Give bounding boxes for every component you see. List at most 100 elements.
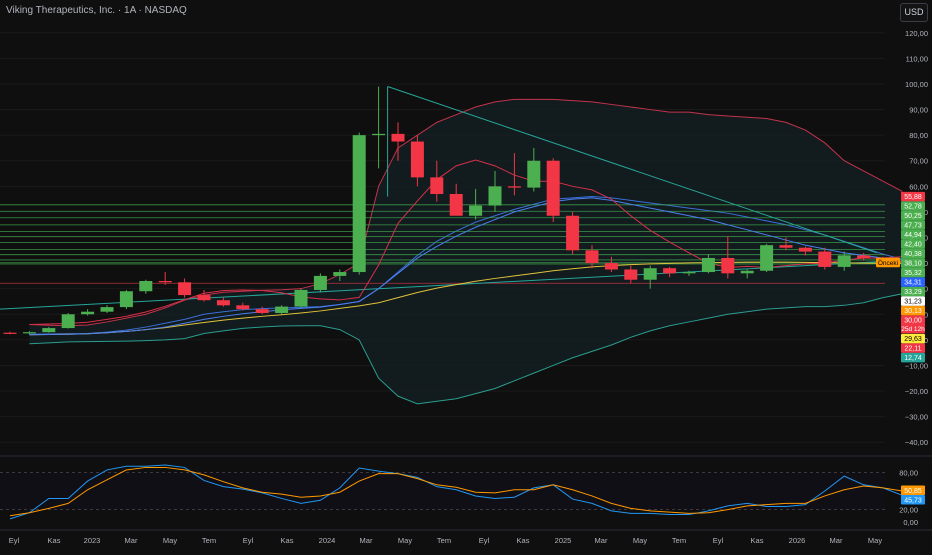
candle-body (721, 257, 735, 274)
chart-title: Viking Therapeutics, Inc. · 1A · NASDAQ (6, 5, 187, 16)
x-axis-tick-label: Tem (672, 536, 686, 545)
price-label-text: 52,78 (904, 204, 922, 211)
price-label-text: 40,38 (904, 251, 922, 258)
x-axis-tick-label: Mar (595, 536, 608, 545)
price-label-text: 33,29 (904, 289, 922, 296)
y-axis-tick-label: 100,00 (905, 80, 928, 89)
oscillator-value-text: 45,73 (904, 497, 922, 504)
chart-area[interactable]: 120,00 110,00 100,00 90,00 80,00 70,00 60,00 50… (0, 0, 932, 550)
price-label-text: 31,23 (904, 299, 922, 306)
price-label-text: 55,88 (904, 194, 922, 201)
x-axis-tick-label: 2025 (555, 536, 572, 545)
candle-body (100, 307, 114, 312)
candle-body (857, 255, 871, 259)
price-label-countdown: 25d 12h (901, 326, 925, 333)
candle-body (469, 205, 483, 216)
price-chart-svg[interactable]: 120,00 110,00 100,00 90,00 80,00 70,00 60,00 50… (0, 0, 932, 550)
x-axis-tick-label: Eyl (479, 536, 490, 545)
x-axis-tick-label: Eyl (713, 536, 724, 545)
y-axis-tick-label: 120,00 (905, 29, 928, 38)
candle-body (604, 263, 618, 270)
candle-body (779, 245, 793, 248)
candle-body (837, 255, 851, 267)
oscillator-tick-label: 80,00 (899, 468, 918, 477)
y-axis-tick-label: 110,00 (906, 54, 928, 63)
x-axis-tick-label: Kas (751, 536, 764, 545)
price-label-text: 42,40 (904, 242, 922, 249)
candle-body (294, 289, 308, 307)
oscillator-value-text: 50,85 (904, 488, 922, 495)
previous-close-flag-text: Önceki (878, 259, 898, 267)
y-axis-tick-label: −40,00 (905, 438, 928, 447)
candle-body (818, 251, 832, 267)
oscillator-tick-label: 20,00 (899, 506, 918, 515)
candle-body (275, 306, 289, 313)
candle-body (139, 281, 153, 292)
y-axis-tick-label: −20,00 (905, 387, 928, 396)
x-axis-tick-label: May (163, 536, 177, 545)
candle-body (178, 282, 192, 296)
y-axis-tick-label: −30,00 (905, 413, 928, 422)
candle-body (81, 311, 95, 315)
candle-body (566, 215, 580, 251)
candle-body (624, 269, 638, 280)
price-label-text: 38,10 (904, 261, 922, 268)
candle-body (701, 257, 715, 273)
y-axis-tick-label: 60,00 (909, 182, 928, 191)
x-axis-tick-label: Eyl (243, 536, 254, 545)
price-label-text: 12,74 (904, 355, 922, 362)
y-axis-tick-label: 70,00 (909, 157, 928, 166)
y-axis-tick-label: 90,00 (909, 106, 928, 115)
candle-body (546, 160, 560, 216)
x-axis-tick-label: Kas (48, 536, 61, 545)
x-axis-tick-label: Mar (360, 536, 373, 545)
candle-body (643, 268, 657, 280)
candle-body (333, 272, 347, 276)
candle-body (449, 194, 463, 216)
candle-body (410, 141, 424, 178)
candle-body (372, 133, 386, 136)
price-label-text: 35,32 (904, 270, 922, 277)
x-axis-tick-label: May (398, 536, 412, 545)
candle-body (158, 281, 172, 283)
candle-body (585, 250, 599, 264)
x-axis-tick-label: 2023 (84, 536, 101, 545)
candle-body (798, 247, 812, 252)
candle-body (430, 177, 444, 194)
x-axis-tick-label: Tem (437, 536, 451, 545)
y-axis-tick-label: −10,00 (905, 361, 928, 370)
price-label-text: 50,25 (904, 213, 922, 220)
oscillator-tick-label: 0,00 (903, 518, 918, 527)
x-axis-tick-label: 2024 (319, 536, 336, 545)
y-axis-tick-label: 80,00 (909, 131, 928, 140)
candle-body (391, 133, 405, 142)
x-axis-tick-label: Kas (281, 536, 294, 545)
x-axis-tick-label: May (868, 536, 882, 545)
candle-body (313, 275, 327, 290)
price-label-text: 30,00 (904, 318, 922, 325)
candle-body (119, 291, 133, 308)
candle-body (527, 160, 541, 188)
candle-body (3, 332, 17, 334)
candle-body (61, 314, 75, 329)
candle-body (216, 300, 230, 306)
candle-body (740, 270, 754, 274)
candle-body (197, 295, 211, 301)
price-label-text: 34,31 (904, 280, 922, 287)
price-label-text: 30,13 (904, 308, 922, 315)
currency-button[interactable]: USD (900, 3, 928, 22)
price-label-text: 29,63 (904, 336, 922, 343)
candle-body (663, 268, 677, 274)
candle-body (682, 272, 696, 274)
candle-body (236, 305, 250, 310)
candle-body (255, 309, 269, 313)
candle-body (42, 328, 56, 333)
candle-body (22, 332, 36, 334)
price-label-text: 22,11 (905, 346, 922, 353)
x-axis-tick-label: Kas (517, 536, 530, 545)
x-axis-tick-label: Eyl (9, 536, 20, 545)
price-label-text: 44,94 (904, 232, 922, 239)
candle-body (507, 186, 521, 188)
x-axis-tick-label: Tem (202, 536, 216, 545)
price-label-text: 47,73 (904, 223, 922, 230)
